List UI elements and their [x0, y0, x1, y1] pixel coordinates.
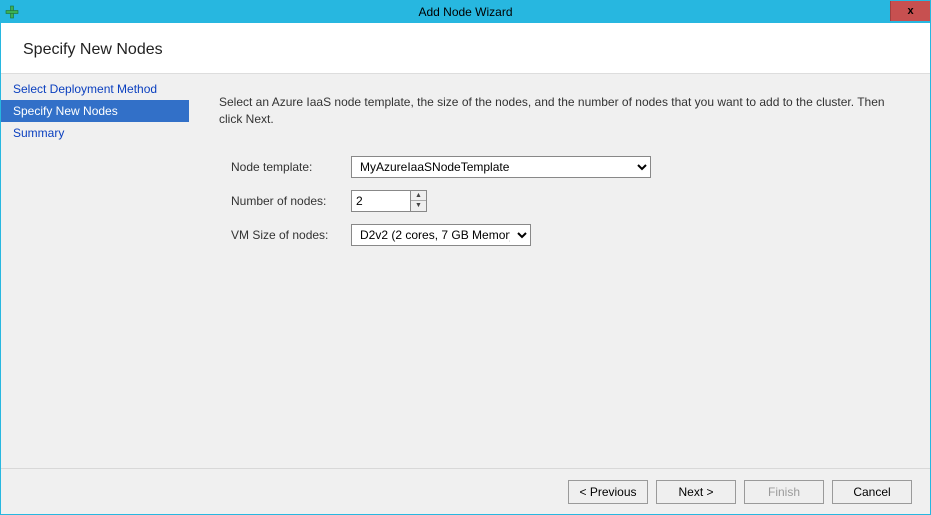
finish-button[interactable]: Finish [744, 480, 824, 504]
spinner-number-of-nodes[interactable]: ▲ ▼ [351, 190, 427, 212]
instruction-text: Select an Azure IaaS node template, the … [219, 94, 900, 128]
nav-item-select-deployment-method[interactable]: Select Deployment Method [1, 78, 189, 100]
nav-item-specify-new-nodes[interactable]: Specify New Nodes [1, 100, 189, 122]
title-bar: Add Node Wizard x [1, 1, 930, 23]
nav-item-label: Select Deployment Method [13, 82, 157, 96]
row-node-template: Node template: MyAzureIaaSNodeTemplate [231, 156, 900, 178]
main-panel: Select an Azure IaaS node template, the … [189, 74, 930, 468]
select-node-template[interactable]: MyAzureIaaSNodeTemplate [351, 156, 651, 178]
spinner-buttons: ▲ ▼ [410, 191, 426, 211]
spinner-up-button[interactable]: ▲ [411, 191, 426, 202]
row-vm-size: VM Size of nodes: D2v2 (2 cores, 7 GB Me… [231, 224, 900, 246]
window-title: Add Node Wizard [1, 5, 930, 19]
label-number-of-nodes: Number of nodes: [231, 194, 351, 208]
page-title: Specify New Nodes [23, 41, 908, 59]
wizard-nav: Select Deployment Method Specify New Nod… [1, 74, 189, 468]
previous-button[interactable]: < Previous [568, 480, 648, 504]
spinner-down-button[interactable]: ▼ [411, 201, 426, 211]
label-vm-size: VM Size of nodes: [231, 228, 351, 242]
body: Select Deployment Method Specify New Nod… [1, 74, 930, 468]
input-number-of-nodes[interactable] [352, 191, 410, 211]
row-number-of-nodes: Number of nodes: ▲ ▼ [231, 190, 900, 212]
page-header: Specify New Nodes [1, 23, 930, 74]
close-button[interactable]: x [890, 1, 930, 21]
wizard-footer: < Previous Next > Finish Cancel [1, 468, 930, 514]
nav-item-label: Summary [13, 126, 64, 140]
cancel-button[interactable]: Cancel [832, 480, 912, 504]
nav-item-label: Specify New Nodes [13, 104, 118, 118]
wizard-window: Add Node Wizard x Specify New Nodes Sele… [0, 0, 931, 515]
select-vm-size[interactable]: D2v2 (2 cores, 7 GB Memory) [351, 224, 531, 246]
close-icon: x [907, 5, 913, 17]
label-node-template: Node template: [231, 160, 351, 174]
next-button[interactable]: Next > [656, 480, 736, 504]
nav-item-summary[interactable]: Summary [1, 122, 189, 144]
